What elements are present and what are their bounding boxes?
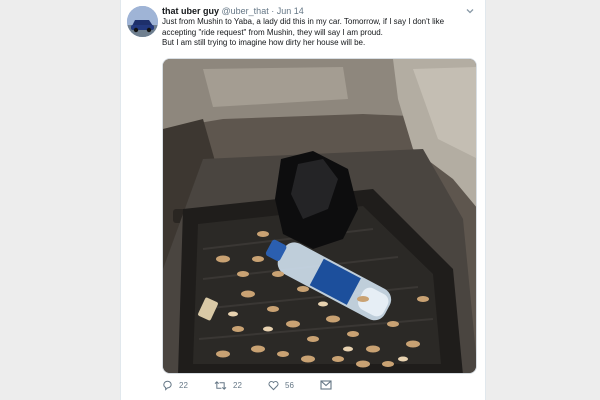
author-handle[interactable]: @uber_that [222, 6, 269, 16]
reply-count: 22 [179, 381, 188, 390]
separator-dot: · [271, 6, 275, 16]
message-button[interactable] [320, 380, 332, 390]
author-name[interactable]: that uber guy [162, 6, 219, 16]
tweet-text-line: accepting "ride request" from Mushin, th… [162, 27, 383, 37]
tweet-text-line: Just from Mushin to Yaba, a lady did thi… [162, 17, 445, 26]
tweet-text-line: But I am still trying to imagine how dir… [162, 38, 366, 47]
reply-icon [162, 380, 173, 391]
chevron-down-icon[interactable] [465, 6, 475, 16]
tweet-photo[interactable] [162, 58, 477, 374]
tweet-actions: 22 22 56 [162, 380, 462, 394]
heart-icon [268, 380, 279, 391]
envelope-icon [320, 380, 332, 390]
like-count: 56 [285, 381, 294, 390]
retweet-icon [214, 380, 227, 391]
reply-button[interactable]: 22 [162, 380, 188, 391]
avatar[interactable] [127, 6, 158, 37]
tweet-card: that uber guy @uber_that · Jun 14 Just f… [120, 0, 486, 400]
tweet-date[interactable]: Jun 14 [277, 6, 304, 16]
like-button[interactable]: 56 [268, 380, 294, 391]
retweet-button[interactable]: 22 [214, 380, 242, 391]
retweet-count: 22 [233, 381, 242, 390]
tweet-text: Just from Mushin to Yaba, a lady did thi… [162, 17, 478, 49]
